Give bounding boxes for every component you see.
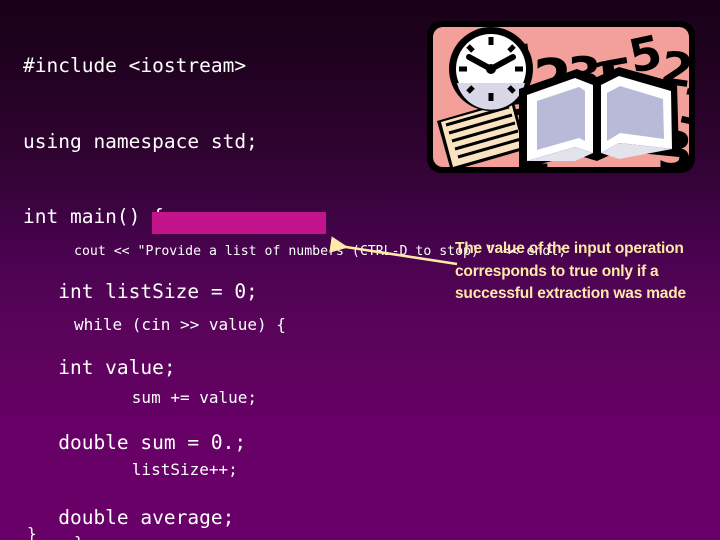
annotation-text: The value of the input operation corresp… xyxy=(455,240,686,303)
code-line: sum += value; xyxy=(74,387,258,407)
code-line: while (cin >> value) { xyxy=(74,315,286,334)
clipart-book xyxy=(519,67,679,169)
code-line: listSize++; xyxy=(74,460,238,480)
code-line: } xyxy=(27,524,37,540)
code-line: #include <iostream> xyxy=(23,54,247,78)
annotation-arrow xyxy=(329,236,458,266)
code-highlight-box xyxy=(152,212,326,234)
code-closing-brace-wrap: } xyxy=(27,474,66,540)
clipart-image: 7 2 3 1 5 5 2 1 5 1 3 xyxy=(427,21,695,173)
code-line: } xyxy=(74,531,566,540)
slide-canvas: #include <iostream> using namespace std;… xyxy=(0,0,720,540)
code-line: using namespace std; xyxy=(23,129,258,153)
